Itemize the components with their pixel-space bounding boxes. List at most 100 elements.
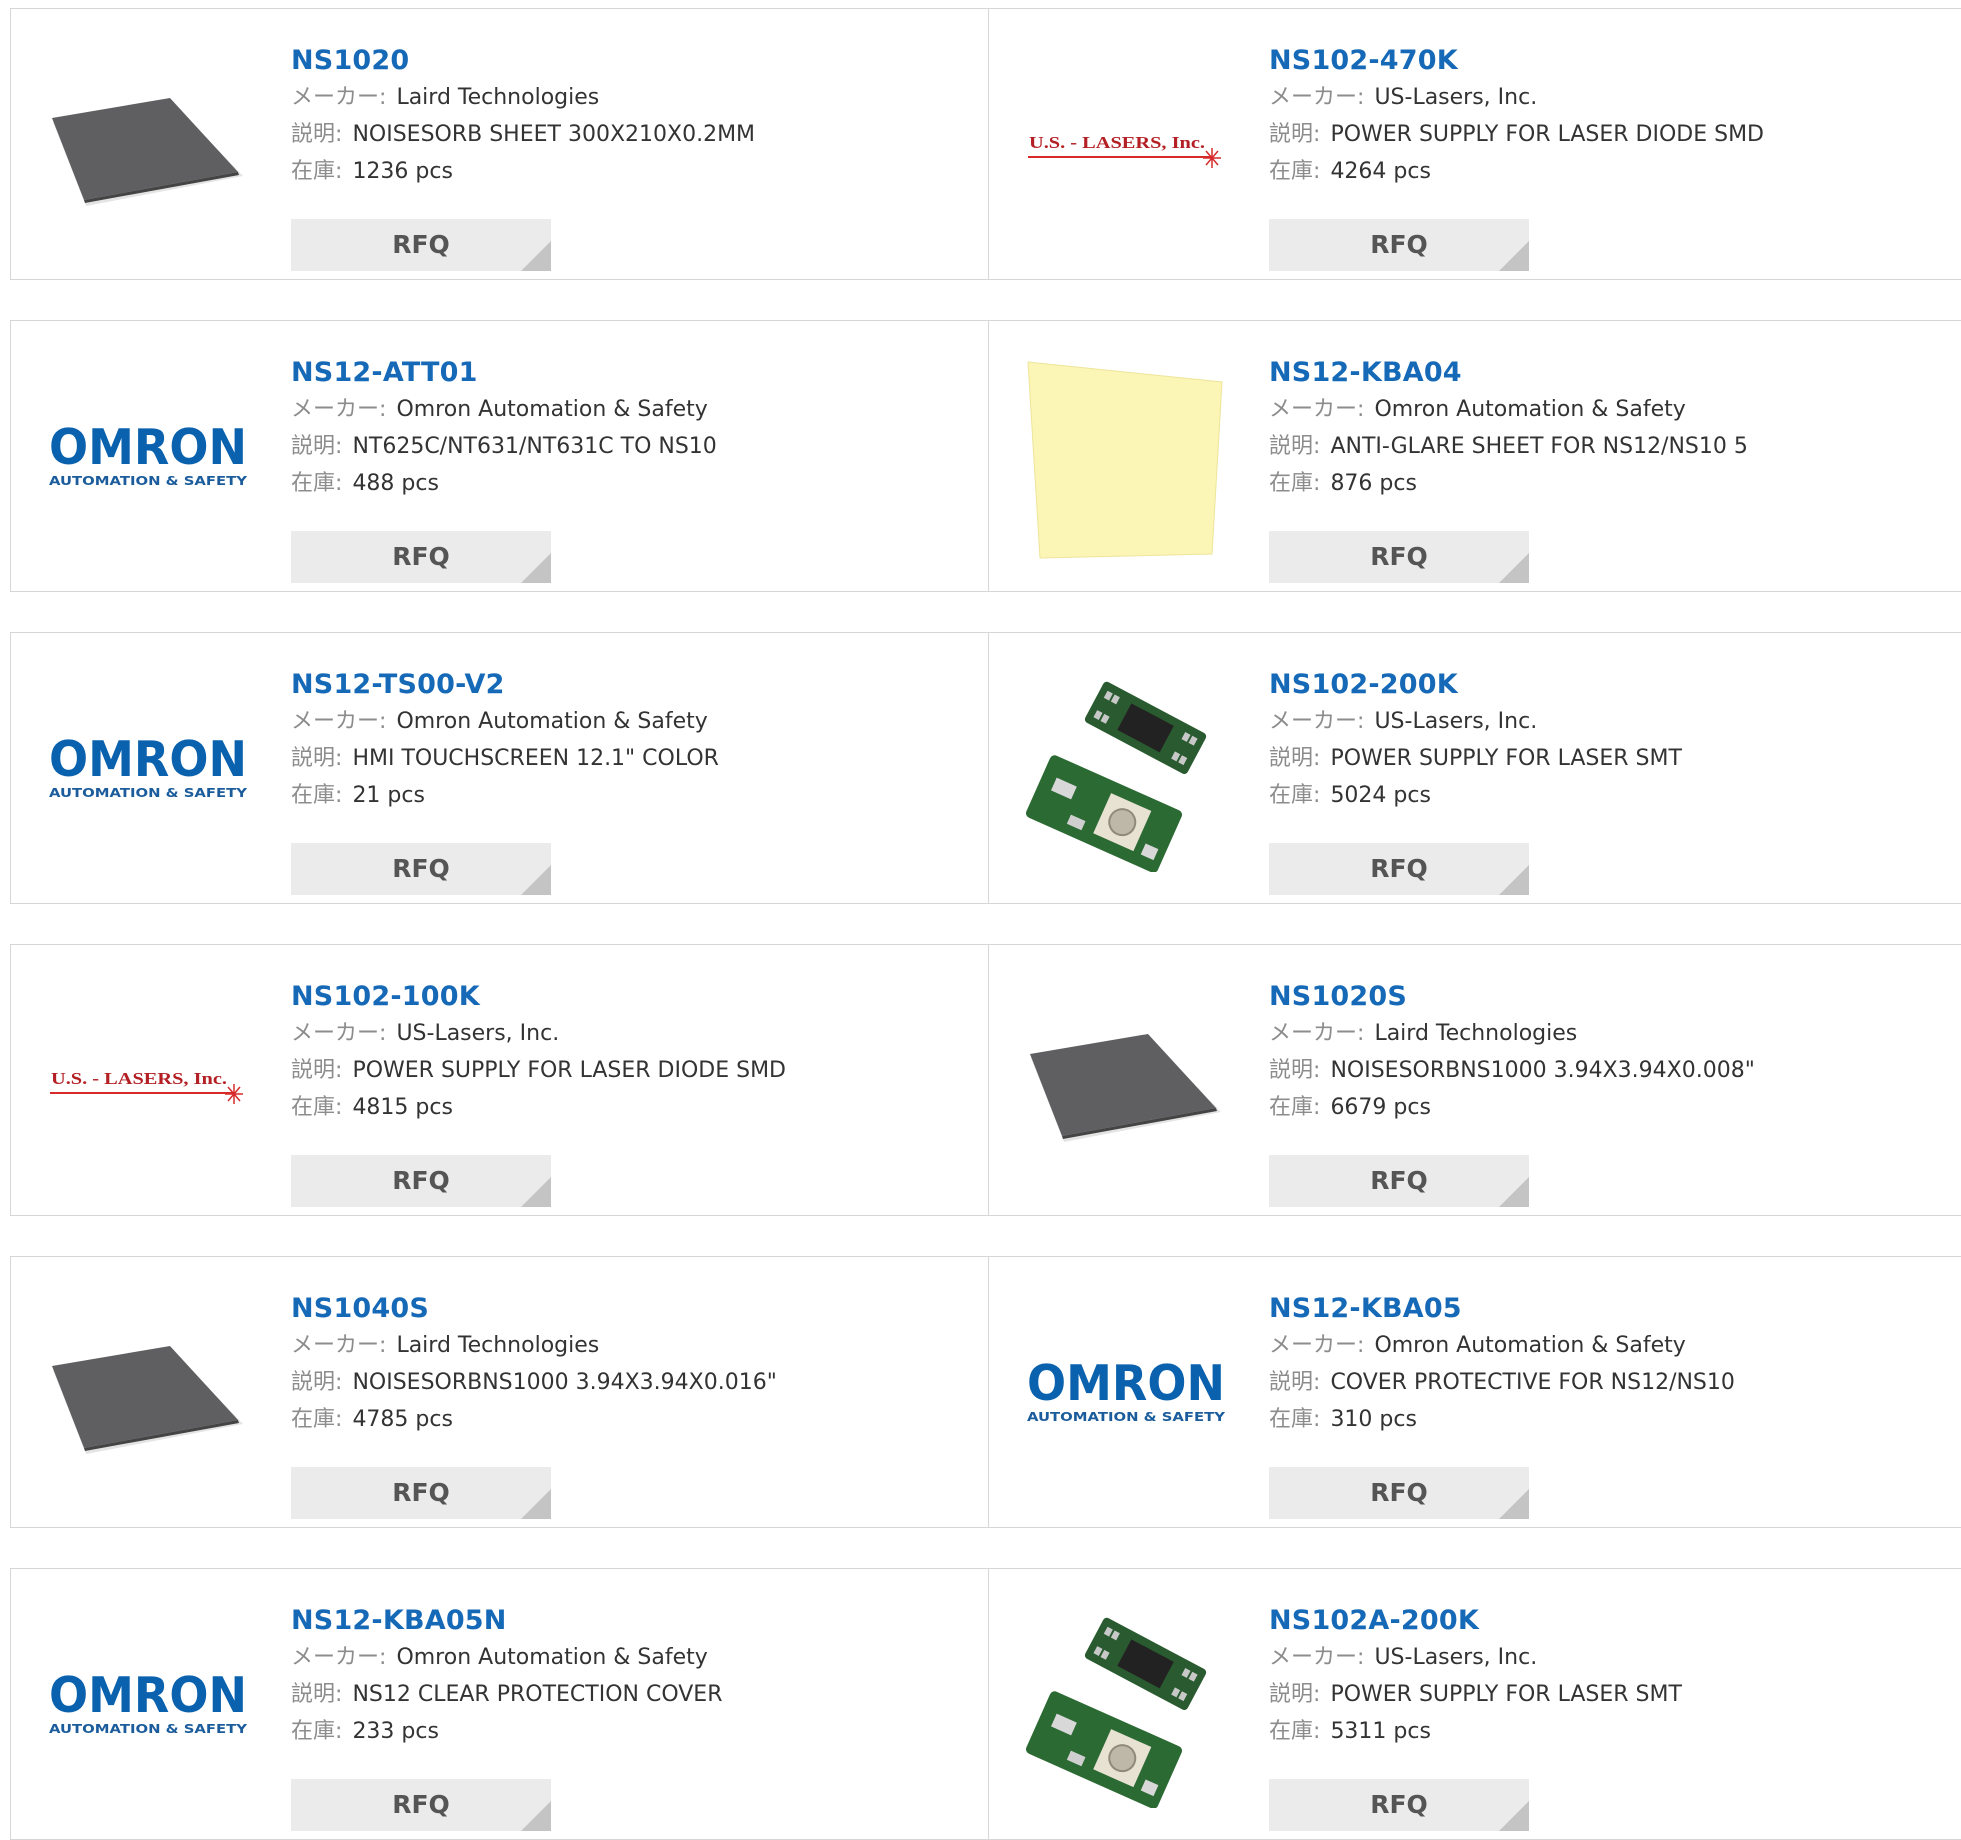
description-label: 説明 bbox=[1269, 1682, 1314, 1707]
label-separator: : bbox=[1313, 1095, 1321, 1120]
omron-logo-subtext: AUTOMATION & SAFETY bbox=[1027, 1410, 1225, 1424]
part-number-link[interactable]: NS102-200K bbox=[1269, 667, 1949, 703]
stock-line: 在庫: 21 pcs bbox=[291, 777, 971, 814]
stock-label: 在庫 bbox=[1269, 471, 1314, 496]
uslasers-logo-text: U.S. - LASERS, Inc. bbox=[1029, 133, 1205, 152]
label-separator: : bbox=[335, 1407, 343, 1432]
part-number-link[interactable]: NS12-KBA04 bbox=[1269, 355, 1949, 391]
product-card: OMRON AUTOMATION & SAFETY NS12-KBA05 メーカー: O… bbox=[988, 1256, 1961, 1528]
stock-label: 在庫 bbox=[1269, 159, 1314, 184]
omron-logo: OMRONAUTOMATION & SAFETY bbox=[1027, 1355, 1225, 1424]
product-thumbnail[interactable] bbox=[1026, 1608, 1226, 1808]
label-separator: : bbox=[335, 1370, 343, 1395]
stock-label: 在庫 bbox=[291, 783, 336, 808]
part-number-link[interactable]: NS102-470K bbox=[1269, 43, 1949, 79]
product-info: NS12-TS00-V2 メーカー: Omron Automation & Safe… bbox=[291, 667, 971, 895]
label-separator: : bbox=[1313, 1058, 1321, 1083]
product-thumbnail[interactable]: OMRON AUTOMATION & SAFETY bbox=[1026, 1296, 1226, 1496]
label-separator: : bbox=[1357, 1021, 1365, 1046]
rfq-button-label: RFQ bbox=[392, 854, 450, 883]
rfq-button[interactable]: RFQ bbox=[291, 1155, 551, 1207]
manufacturer-line: メーカー: Laird Technologies bbox=[291, 79, 971, 116]
part-number-link[interactable]: NS12-ATT01 bbox=[291, 355, 971, 391]
description-label: 説明 bbox=[291, 746, 336, 771]
description-value: POWER SUPPLY FOR LASER DIODE SMD bbox=[352, 1058, 786, 1083]
laser-star-icon bbox=[225, 1084, 243, 1104]
manufacturer-value: US-Lasers, Inc. bbox=[396, 1021, 560, 1046]
corner-triangle-icon bbox=[1499, 1177, 1529, 1207]
rfq-button[interactable]: RFQ bbox=[291, 531, 551, 583]
label-separator: : bbox=[1313, 1407, 1321, 1432]
manufacturer-line: メーカー: Omron Automation & Safety bbox=[1269, 391, 1949, 428]
description-line: 説明: ANTI-GLARE SHEET FOR NS12/NS10 5 bbox=[1269, 428, 1949, 465]
product-thumbnail[interactable] bbox=[48, 1296, 248, 1496]
label-separator: : bbox=[1357, 709, 1365, 734]
rfq-button-label: RFQ bbox=[1370, 1478, 1428, 1507]
part-number-link[interactable]: NS1020 bbox=[291, 43, 971, 79]
description-value: NT625C/NT631/NT631C TO NS10 bbox=[352, 434, 717, 459]
stock-value: 21 pcs bbox=[352, 783, 425, 808]
product-thumbnail[interactable]: OMRON AUTOMATION & SAFETY bbox=[48, 1608, 248, 1808]
product-thumbnail[interactable]: U.S. - LASERS, Inc. bbox=[48, 984, 248, 1184]
stock-value: 4785 pcs bbox=[352, 1407, 453, 1432]
part-number-link[interactable]: NS102-100K bbox=[291, 979, 971, 1015]
omron-logo-subtext: AUTOMATION & SAFETY bbox=[49, 786, 247, 800]
rfq-button-label: RFQ bbox=[1370, 1166, 1428, 1195]
rfq-button[interactable]: RFQ bbox=[1269, 1155, 1529, 1207]
label-separator: : bbox=[335, 434, 343, 459]
corner-triangle-icon bbox=[1499, 241, 1529, 271]
part-number-link[interactable]: NS12-KBA05N bbox=[291, 1603, 971, 1639]
description-value: ANTI-GLARE SHEET FOR NS12/NS10 5 bbox=[1330, 434, 1748, 459]
rfq-button[interactable]: RFQ bbox=[291, 219, 551, 271]
part-number-link[interactable]: NS12-KBA05 bbox=[1269, 1291, 1949, 1327]
description-label: 説明 bbox=[1269, 746, 1314, 771]
label-separator: : bbox=[335, 1682, 343, 1707]
description-label: 説明 bbox=[291, 1058, 336, 1083]
manufacturer-label: メーカー bbox=[1269, 1333, 1358, 1358]
description-value: HMI TOUCHSCREEN 12.1" COLOR bbox=[352, 746, 719, 771]
laser-star-icon bbox=[1203, 148, 1221, 168]
description-line: 説明: POWER SUPPLY FOR LASER DIODE SMD bbox=[291, 1052, 971, 1089]
part-number-link[interactable]: NS1020S bbox=[1269, 979, 1949, 1015]
rfq-button[interactable]: RFQ bbox=[1269, 219, 1529, 271]
rfq-button[interactable]: RFQ bbox=[1269, 1467, 1529, 1519]
part-number-link[interactable]: NS1040S bbox=[291, 1291, 971, 1327]
manufacturer-line: メーカー: Laird Technologies bbox=[291, 1327, 971, 1364]
stock-value: 1236 pcs bbox=[352, 159, 453, 184]
rfq-button[interactable]: RFQ bbox=[1269, 1779, 1529, 1831]
product-info: NS12-KBA05N メーカー: Omron Automation & Safet… bbox=[291, 1603, 971, 1831]
manufacturer-value: US-Lasers, Inc. bbox=[1374, 1645, 1538, 1670]
rfq-button[interactable]: RFQ bbox=[1269, 843, 1529, 895]
rfq-button[interactable]: RFQ bbox=[291, 843, 551, 895]
label-separator: : bbox=[1313, 471, 1321, 496]
product-info: NS1040S メーカー: Laird Technologies 説明: NOISESO… bbox=[291, 1291, 971, 1519]
manufacturer-line: メーカー: Laird Technologies bbox=[1269, 1015, 1949, 1052]
rfq-button[interactable]: RFQ bbox=[291, 1467, 551, 1519]
label-separator: : bbox=[1313, 1370, 1321, 1395]
label-separator: : bbox=[335, 1095, 343, 1120]
product-thumbnail[interactable]: U.S. - LASERS, Inc. bbox=[1026, 48, 1226, 248]
product-thumbnail[interactable] bbox=[1026, 360, 1226, 560]
manufacturer-line: メーカー: US-Lasers, Inc. bbox=[1269, 1639, 1949, 1676]
stock-label: 在庫 bbox=[1269, 1407, 1314, 1432]
product-thumbnail[interactable]: OMRON AUTOMATION & SAFETY bbox=[48, 672, 248, 872]
rfq-button[interactable]: RFQ bbox=[291, 1779, 551, 1831]
yellow-sheet-image bbox=[1027, 361, 1223, 559]
description-value: COVER PROTECTIVE FOR NS12/NS10 bbox=[1330, 1370, 1735, 1395]
part-number-link[interactable]: NS12-TS00-V2 bbox=[291, 667, 971, 703]
part-number-link[interactable]: NS102A-200K bbox=[1269, 1603, 1949, 1639]
omron-logo-text: OMRON bbox=[49, 1667, 247, 1724]
product-thumbnail[interactable] bbox=[48, 48, 248, 248]
label-separator: : bbox=[1357, 85, 1365, 110]
corner-triangle-icon bbox=[1499, 553, 1529, 583]
rfq-button[interactable]: RFQ bbox=[1269, 531, 1529, 583]
product-thumbnail[interactable]: OMRON AUTOMATION & SAFETY bbox=[48, 360, 248, 560]
label-separator: : bbox=[379, 397, 387, 422]
pcb-modules-image bbox=[1026, 1617, 1207, 1808]
product-info: NS102A-200K メーカー: US-Lasers, Inc. 説明: POWER … bbox=[1269, 1603, 1949, 1831]
description-label: 説明 bbox=[291, 1682, 336, 1707]
label-separator: : bbox=[1313, 746, 1321, 771]
product-thumbnail[interactable] bbox=[1026, 984, 1226, 1184]
corner-triangle-icon bbox=[521, 553, 551, 583]
product-thumbnail[interactable] bbox=[1026, 672, 1226, 872]
